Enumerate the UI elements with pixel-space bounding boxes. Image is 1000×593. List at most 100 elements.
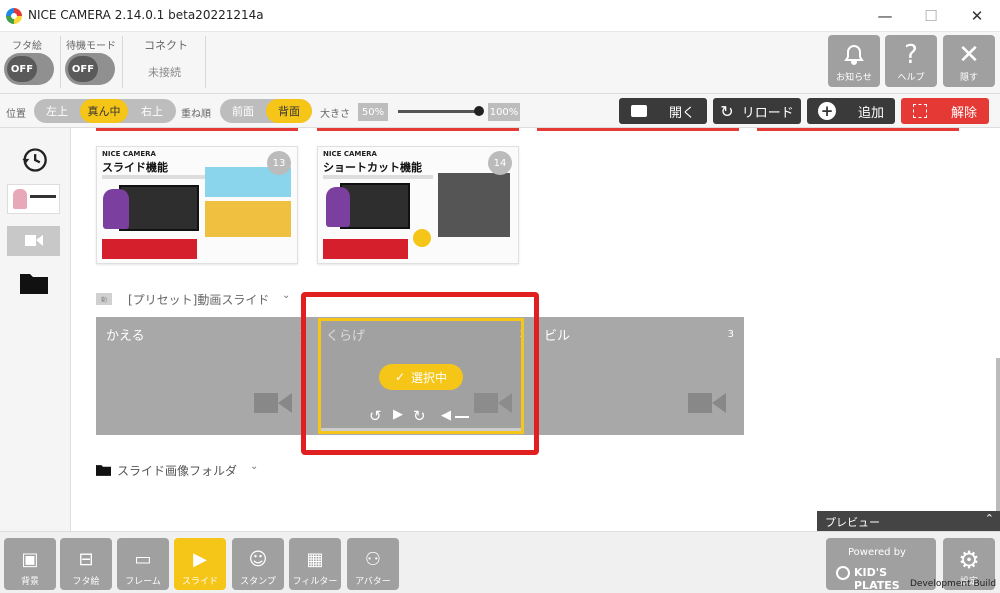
- bell-icon: [844, 44, 864, 65]
- avatar-thumb: [13, 189, 27, 209]
- add-label: 追加: [857, 105, 884, 121]
- folder-icon: [96, 465, 111, 476]
- stamp-icon: ☺: [248, 549, 268, 570]
- standby-toggle-text: OFF: [68, 56, 98, 82]
- reload-icon: ↻: [720, 101, 734, 121]
- tab-avatar[interactable]: ⚇ アバター: [347, 538, 399, 590]
- filter-icon: ▦: [306, 549, 324, 570]
- connect-label: コネクト: [144, 39, 188, 52]
- character-graphic: [326, 187, 350, 227]
- slide-text-line: [102, 175, 212, 179]
- tab-filter[interactable]: ▦ フィルター: [289, 538, 341, 590]
- video-card-biru[interactable]: ビル 3: [524, 317, 744, 435]
- slide-thumbnail[interactable]: NICE CAMERA ショートカット機能 14: [317, 146, 519, 264]
- sun-graphic: [413, 229, 431, 247]
- help-button[interactable]: ? ヘルプ: [885, 35, 937, 87]
- standby-label: 待機モード: [66, 41, 116, 52]
- slide-content: NICE CAMERA スライド機能 13 NICE CAMERA ショートカッ…: [72, 128, 1000, 531]
- image-thumbnail[interactable]: [7, 184, 60, 214]
- slide-brand: NICE CAMERA: [323, 150, 377, 158]
- partial-slide: [537, 128, 739, 131]
- standby-toggle[interactable]: OFF: [65, 53, 115, 85]
- dev-build-label: Development Build: [910, 579, 997, 589]
- reload-label: リロード: [741, 105, 794, 121]
- order-back[interactable]: 背面: [266, 99, 312, 123]
- history-icon[interactable]: [20, 146, 48, 174]
- slide-icon: ▶: [193, 549, 207, 570]
- bottom-tab-bar: ▣ 背景 ⊟ フタ絵 ▭ フレーム ▶ スライド ☺ スタンプ ▦ フィルター …: [0, 531, 1000, 593]
- image-icon: ▣: [21, 549, 39, 570]
- size-slider-thumb[interactable]: [474, 106, 484, 116]
- position-center[interactable]: 真ん中: [80, 99, 128, 123]
- reload-button[interactable]: ↻ リロード: [713, 98, 801, 124]
- video-name: ビル: [544, 329, 571, 344]
- plus-icon: +: [817, 102, 836, 120]
- help-label: ヘルプ: [897, 73, 925, 83]
- partial-slide: [317, 128, 519, 131]
- partial-slide: [757, 128, 959, 131]
- folder-icon[interactable]: [20, 272, 48, 294]
- folder-label[interactable]: スライド画像フォルダ: [117, 462, 237, 479]
- hide-button[interactable]: ✕ 隠す: [943, 35, 995, 87]
- video-camera-icon: [688, 393, 726, 413]
- divider: [122, 36, 123, 88]
- x-icon: ✕: [958, 40, 980, 70]
- title-bar: NICE CAMERA 2.14.0.1 beta20221214a — ☐ ✕: [0, 0, 1000, 32]
- video-thumbnail[interactable]: [7, 226, 60, 256]
- character-graphic: [103, 189, 129, 229]
- screenshot-graphic: [205, 201, 291, 237]
- position-top-left[interactable]: 左上: [34, 99, 80, 123]
- scrollbar-thumb[interactable]: [996, 358, 1000, 520]
- position-selector: 左上 真ん中 右上: [34, 99, 176, 123]
- avatar-icon: ⚇: [364, 549, 382, 570]
- order-front[interactable]: 前面: [220, 99, 266, 123]
- tab-label: 背景: [20, 577, 39, 587]
- tab-background[interactable]: ▣ 背景: [4, 538, 56, 590]
- release-label: 解除: [950, 105, 977, 121]
- slide-text-line: [323, 175, 433, 179]
- app-logo-icon: [6, 8, 22, 24]
- tab-label: スライド: [181, 577, 218, 587]
- selection-icon: [912, 104, 927, 118]
- tab-stamp[interactable]: ☺ スタンプ: [232, 538, 284, 590]
- position-top-right[interactable]: 右上: [128, 99, 176, 123]
- open-label: 開く: [668, 105, 695, 121]
- slide-caption-bar: [102, 239, 197, 259]
- gear-icon: ⚙: [958, 546, 980, 574]
- tab-label: フィルター: [292, 577, 338, 587]
- preview-label: プレビュー: [825, 516, 880, 529]
- preview-bar[interactable]: プレビュー ⌃: [817, 511, 1000, 531]
- video-card-kaeru[interactable]: かえる 1: [96, 317, 316, 435]
- tab-slide[interactable]: ▶ スライド: [174, 538, 226, 590]
- futae-toggle[interactable]: OFF: [4, 53, 54, 85]
- divider: [205, 36, 206, 88]
- powered-by-label: Powered by: [848, 547, 906, 558]
- add-button[interactable]: + 追加: [807, 98, 895, 124]
- size-min-label: 50%: [358, 103, 388, 121]
- connect-status: 未接続: [148, 66, 181, 79]
- open-button[interactable]: 開く: [619, 98, 707, 124]
- window-title: NICE CAMERA 2.14.0.1 beta20221214a: [28, 8, 264, 22]
- maximize-button[interactable]: ☐: [908, 0, 954, 32]
- preset-label[interactable]: [プリセット]動画スライド: [128, 291, 269, 308]
- notification-label: お知らせ: [836, 73, 872, 83]
- sidebar: [0, 128, 71, 531]
- thumb-text-line: [30, 195, 56, 198]
- slide-caption-bar: [323, 239, 408, 259]
- size-slider-track[interactable]: [398, 110, 478, 113]
- shortcut-list-graphic: [438, 173, 510, 237]
- tab-lid[interactable]: ⊟ フタ絵: [60, 538, 112, 590]
- slide-title: ショートカット機能: [323, 161, 422, 174]
- size-max-label: 100%: [488, 103, 520, 121]
- kids-plates-logo-icon: [836, 566, 850, 580]
- minimize-button[interactable]: —: [862, 0, 908, 32]
- release-button[interactable]: 解除: [901, 98, 989, 124]
- chevron-down-icon[interactable]: ⌄: [250, 461, 258, 472]
- close-window-button[interactable]: ✕: [954, 0, 1000, 32]
- divider: [60, 36, 61, 88]
- slide-thumbnail[interactable]: NICE CAMERA スライド機能 13: [96, 146, 298, 264]
- notification-button[interactable]: お知らせ: [828, 35, 880, 87]
- chevron-down-icon[interactable]: ⌄: [282, 290, 290, 301]
- question-icon: ?: [904, 40, 918, 70]
- tab-frame[interactable]: ▭ フレーム: [117, 538, 169, 590]
